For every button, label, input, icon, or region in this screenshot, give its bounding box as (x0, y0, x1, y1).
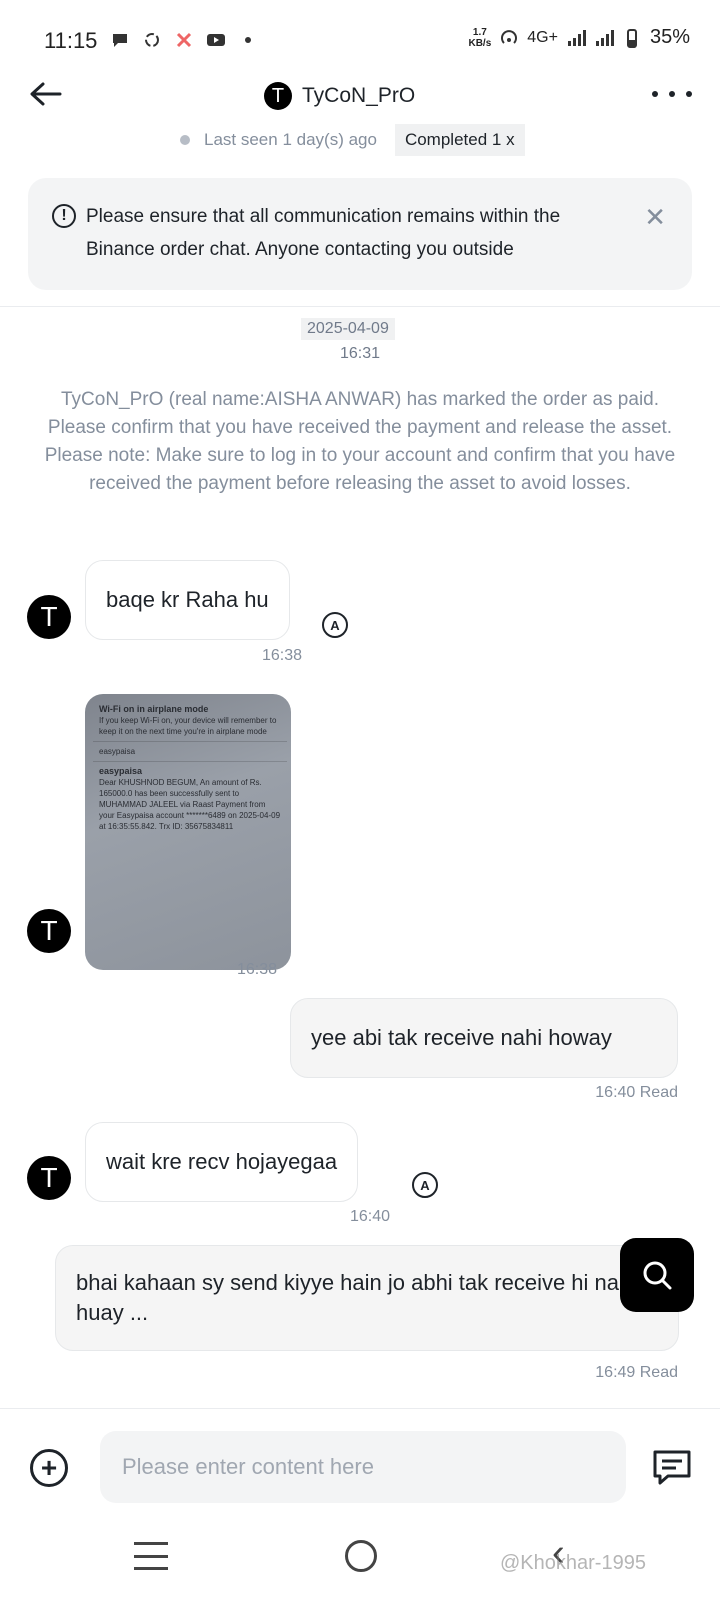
app-notification-icon (176, 32, 192, 48)
message-bubble[interactable]: yee abi tak receive nahi howay (290, 998, 678, 1078)
screenshot-body: If you keep Wi-Fi on, your device will r… (99, 716, 277, 736)
battery-icon (626, 28, 637, 48)
divider (0, 306, 720, 307)
status-badge[interactable]: Completed 1 x (394, 124, 525, 156)
signal-icon-2 (595, 29, 614, 46)
more-dots-icon[interactable] (652, 84, 692, 104)
composer: + (0, 1408, 720, 1520)
hotspot-icon (501, 29, 518, 44)
battery-level: 35% (649, 26, 690, 48)
message-time: 16:40 (350, 1208, 391, 1225)
network-speed: 1.7 KB/s (468, 26, 492, 49)
system-nav-bar: ‹ @Khokhar-1995 (0, 1520, 720, 1600)
date-chip: 2025-04-09 (301, 318, 395, 340)
notice-text: Please ensure that all communication rem… (86, 206, 561, 260)
watermark: @Khokhar-1995 (500, 1552, 646, 1574)
chat-header: T TyCoN_PrO Last seen 1 day(s) ago Compl… (0, 80, 720, 156)
image-message[interactable]: Wi-Fi on in airplane mode If you keep Wi-… (85, 694, 291, 970)
message-time: 16:49 Read (595, 1364, 678, 1381)
message-bubble[interactable]: bhai kahaan sy send kiyye hain jo abhi t… (55, 1245, 679, 1351)
translate-icon[interactable]: A (322, 612, 348, 638)
info-icon: ! (52, 204, 76, 228)
arrow-left-icon[interactable] (28, 80, 64, 116)
search-icon (643, 1261, 672, 1290)
search-button[interactable] (620, 1238, 694, 1312)
signal-icon (567, 29, 586, 46)
message-input[interactable] (100, 1431, 626, 1503)
screenshot-app: easypaisa (99, 747, 136, 756)
message-time: 16:38 (237, 961, 278, 978)
message-time: 16:40 Read (595, 1084, 678, 1101)
system-message: TyCoN_PrO (real name:AISHA ANWAR) has ma… (44, 389, 676, 494)
avatar[interactable]: T (27, 909, 71, 953)
message-bubble[interactable]: wait kre recv hojayegaa (85, 1122, 359, 1202)
status-bar: 11:15 1.7 KB/s 4G+ 35% (0, 0, 720, 80)
message-bubble[interactable]: baqe kr Raha hu (85, 560, 290, 640)
date-time: 16:31 (339, 345, 381, 362)
home-icon[interactable] (345, 1540, 377, 1572)
message-time: 16:38 (262, 647, 303, 664)
safety-notice: ! Please ensure that all communication r… (28, 178, 692, 290)
screenshot-sms: Dear KHUSHNOD BEGUM, An amount of Rs. 16… (99, 778, 281, 831)
youtube-icon (207, 34, 225, 46)
last-seen: Last seen 1 day(s) ago (204, 130, 377, 149)
status-time: 11:15 (44, 28, 98, 53)
recycle-icon (145, 33, 159, 47)
translate-icon[interactable]: A (412, 1172, 438, 1198)
close-icon[interactable]: ✕ (644, 202, 666, 233)
screenshot-title: Wi-Fi on in airplane mode (99, 704, 209, 714)
plus-circle-icon[interactable]: + (30, 1449, 68, 1487)
recent-apps-icon[interactable] (134, 1542, 168, 1570)
presence-dot (180, 135, 190, 145)
chat-notification-icon (113, 34, 127, 47)
presence-line: Last seen 1 day(s) ago Completed 1 x (180, 124, 525, 156)
chat-lines-icon[interactable] (652, 1449, 692, 1485)
avatar: T (264, 82, 292, 110)
dot-icon (245, 37, 251, 43)
page-title[interactable]: TyCoN_PrO (302, 84, 415, 108)
avatar[interactable]: T (27, 595, 71, 639)
network-type: 4G+ (527, 28, 558, 46)
avatar[interactable]: T (27, 1156, 71, 1200)
